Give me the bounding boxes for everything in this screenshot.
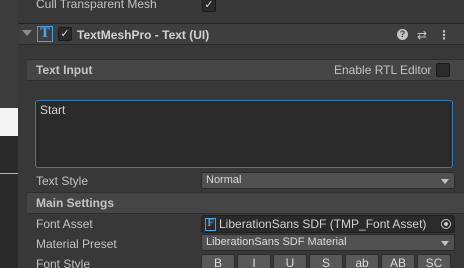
font-asset-field[interactable]: F LiberationSans SDF (TMP_Font Asset) — [201, 215, 455, 233]
object-picker-icon[interactable] — [441, 219, 451, 229]
enable-rtl-editor-label: Enable RTL Editor — [334, 63, 432, 77]
text-input-area[interactable]: Start — [35, 100, 453, 168]
font-asset-icon: F — [205, 218, 216, 231]
text-style-value: Normal — [206, 174, 242, 186]
chevron-down-icon — [441, 241, 449, 246]
scene-dark-region — [0, 136, 18, 268]
textmeshpro-icon: T — [37, 26, 53, 42]
cull-transparent-mesh-label: Cull Transparent Mesh — [36, 0, 157, 11]
font-style-label: Font Style — [36, 257, 91, 268]
text-input-section-header: Text Input Enable RTL Editor — [27, 59, 464, 81]
chevron-down-icon — [441, 179, 449, 184]
font-asset-label: Font Asset — [36, 217, 93, 231]
font-style-strikethrough-button[interactable]: S — [309, 254, 343, 268]
text-input-value: Start — [40, 103, 66, 117]
text-style-label: Text Style — [36, 174, 89, 188]
text-input-title: Text Input — [36, 63, 93, 77]
font-style-bold-button[interactable]: B — [201, 254, 235, 268]
component-header[interactable]: T ✓ TextMeshPro - Text (UI) ? ⇄ ⋮ — [18, 23, 464, 45]
inspector-panel: Cull Transparent Mesh ✓ T ✓ TextMeshPro … — [18, 0, 464, 268]
component-title: TextMeshPro - Text (UI) — [77, 28, 210, 42]
scene-view-edge — [0, 0, 18, 268]
font-style-italic-button[interactable]: I — [237, 254, 271, 268]
font-asset-value: LiberationSans SDF (TMP_Font Asset) — [219, 217, 427, 231]
component-enabled-checkbox[interactable]: ✓ — [58, 27, 72, 41]
help-icon[interactable]: ? — [397, 29, 408, 40]
foldout-arrow-icon[interactable] — [22, 30, 32, 36]
font-style-smallcaps-button[interactable]: SC — [417, 254, 451, 268]
material-preset-value: LiberationSans SDF Material — [206, 236, 347, 248]
presets-icon[interactable]: ⇄ — [417, 28, 427, 42]
enable-rtl-editor-checkbox[interactable] — [436, 63, 450, 77]
cull-transparent-mesh-row: Cull Transparent Mesh ✓ — [18, 0, 464, 14]
font-style-uppercase-button[interactable]: AB — [381, 254, 415, 268]
font-style-lowercase-button[interactable]: ab — [345, 254, 379, 268]
scene-guide-line — [0, 173, 18, 174]
context-menu-icon[interactable]: ⋮ — [438, 28, 450, 42]
main-settings-title: Main Settings — [36, 196, 115, 210]
text-style-dropdown[interactable]: Normal — [201, 172, 455, 189]
scene-light-region — [0, 108, 18, 136]
material-preset-label: Material Preset — [36, 237, 117, 251]
font-style-underline-button[interactable]: U — [273, 254, 307, 268]
cull-transparent-mesh-checkbox[interactable]: ✓ — [202, 0, 216, 12]
material-preset-dropdown[interactable]: LiberationSans SDF Material — [201, 234, 455, 251]
main-settings-section-header: Main Settings — [27, 192, 464, 214]
